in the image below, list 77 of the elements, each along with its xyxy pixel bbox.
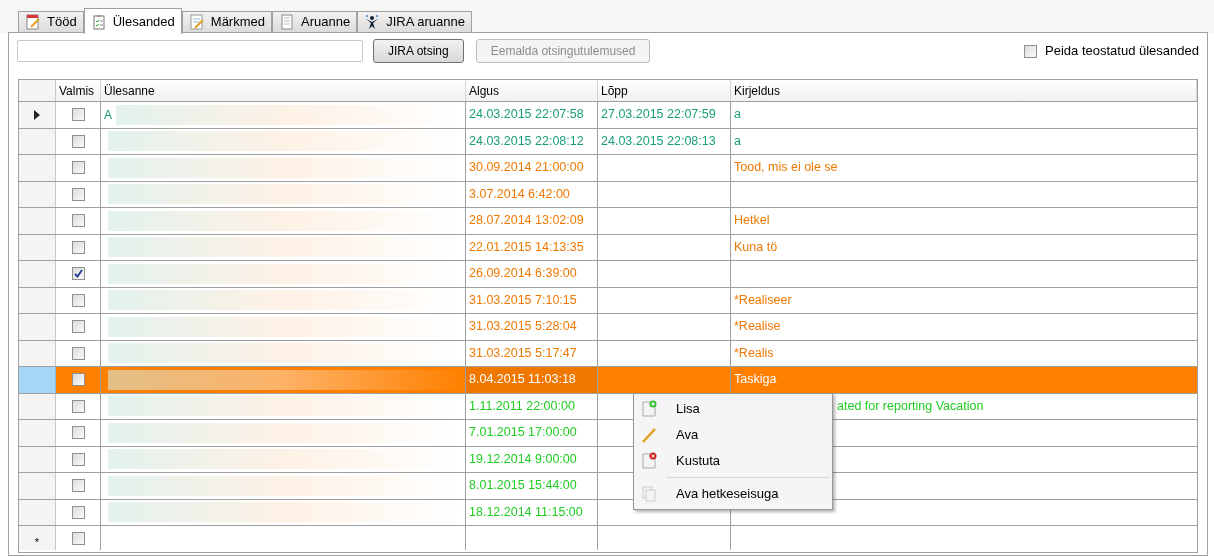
checkbox[interactable] (71, 505, 85, 519)
table-cell-text: *Realis (733, 344, 775, 362)
checkbox[interactable] (71, 293, 85, 307)
checkbox[interactable] (71, 161, 85, 175)
table-cell: 24.03.2015 22:08:13 (598, 128, 731, 154)
table-cell: 30.09.2014 21:00:00 (466, 155, 598, 181)
table-cell: 31.03.2015 5:28:04 (466, 314, 598, 340)
tab[interactable]: Märkmed (181, 11, 272, 33)
checkbox[interactable] (71, 320, 85, 334)
tab[interactable]: Ülesanded (83, 8, 182, 34)
checkbox[interactable] (71, 479, 85, 493)
search-field[interactable] (17, 40, 363, 62)
table-cell: 24.03.2015 22:07:58 (466, 102, 598, 128)
table-cell: Taskiga (731, 367, 1197, 393)
table-cell: 31.03.2015 5:17:47 (466, 340, 598, 366)
table-cell: 26.09.2014 6:39:00 (466, 261, 598, 287)
checkbox[interactable] (1024, 44, 1038, 58)
table-cell[interactable] (56, 367, 101, 393)
table-cell-text: *Realiseer (733, 291, 793, 309)
checkbox[interactable] (71, 399, 85, 413)
menu-item[interactable]: Kustuta (634, 448, 832, 474)
add-document-icon (640, 400, 658, 418)
table-cell: 28.07.2014 13:02:09 (466, 208, 598, 234)
checkbox[interactable] (71, 267, 85, 281)
column-header[interactable]: Ülesanne (101, 80, 466, 101)
checklist-icon (90, 13, 107, 30)
table-cell-text: a (733, 132, 742, 150)
table-cell: 19.12.2014 9:00:00 (466, 446, 598, 472)
table-cell-text: Hetkel (733, 212, 771, 230)
table-cell-text: ated for reporting Vacation (836, 397, 985, 415)
column-header[interactable]: Valmis (56, 80, 101, 101)
checkbox[interactable] (71, 134, 85, 148)
table-cell: 3.07.2014 6:42:00 (466, 181, 598, 207)
tab[interactable]: Tööd (18, 11, 84, 33)
note-icon (188, 14, 205, 30)
checkbox[interactable] (71, 240, 85, 254)
notepad-icon (25, 14, 41, 30)
table-cell: 27.03.2015 22:07:59 (598, 102, 731, 128)
checkbox[interactable] (71, 346, 85, 360)
table-cell: A (101, 102, 466, 128)
document-icon (279, 14, 295, 30)
table-cell-text: Tood, mis ei ole se (733, 159, 839, 177)
table-cell-text: a (733, 106, 742, 124)
column-header[interactable]: Kirjeldus (731, 80, 1197, 101)
checkbox[interactable] (71, 373, 85, 387)
new-row-marker: * (19, 526, 56, 550)
tab[interactable]: JIRA aruanne (357, 11, 472, 33)
column-header[interactable]: Algus (466, 80, 598, 101)
person-icon (364, 14, 381, 30)
table-cell: 7.01.2015 17:00:00 (466, 420, 598, 446)
table-cell: 1.11.2011 22:00:00 (466, 393, 598, 419)
table-cell: 31.03.2015 7:10:15 (466, 287, 598, 313)
menu-item[interactable]: Lisa (634, 396, 832, 422)
table-cell: 22.01.2015 14:13:35 (466, 234, 598, 260)
checkbox[interactable] (71, 108, 85, 122)
table-cell: 24.03.2015 22:08:12 (466, 128, 598, 154)
checkbox[interactable] (71, 426, 85, 440)
pencil-icon (640, 426, 658, 444)
table-cell-text: Kuna tö (733, 238, 779, 256)
toolbar-button[interactable]: JIRA otsing (373, 39, 464, 63)
checkbox[interactable] (71, 187, 85, 201)
checkbox[interactable] (71, 214, 85, 228)
table-cell: 8.01.2015 15:44:00 (466, 473, 598, 499)
copy-icon (640, 485, 658, 503)
delete-document-icon (640, 452, 658, 470)
checkbox[interactable] (71, 531, 85, 545)
table-cell: 8.04.2015 11:03:18 (466, 367, 598, 393)
column-header[interactable]: Lõpp (598, 80, 731, 101)
tab[interactable]: Aruanne (272, 11, 358, 33)
row-header[interactable] (19, 102, 56, 128)
table-cell-text: *Realise (733, 318, 782, 336)
hide-done-checkbox[interactable]: Peida teostatud ülesanded (1024, 41, 1199, 61)
current-row-icon (34, 109, 40, 120)
checkbox[interactable] (71, 452, 85, 466)
table-cell: 18.12.2014 11:15:00 (466, 499, 598, 525)
menu-item[interactable]: Ava hetkeseisuga (634, 481, 832, 507)
menu-item[interactable]: Ava (634, 422, 832, 448)
